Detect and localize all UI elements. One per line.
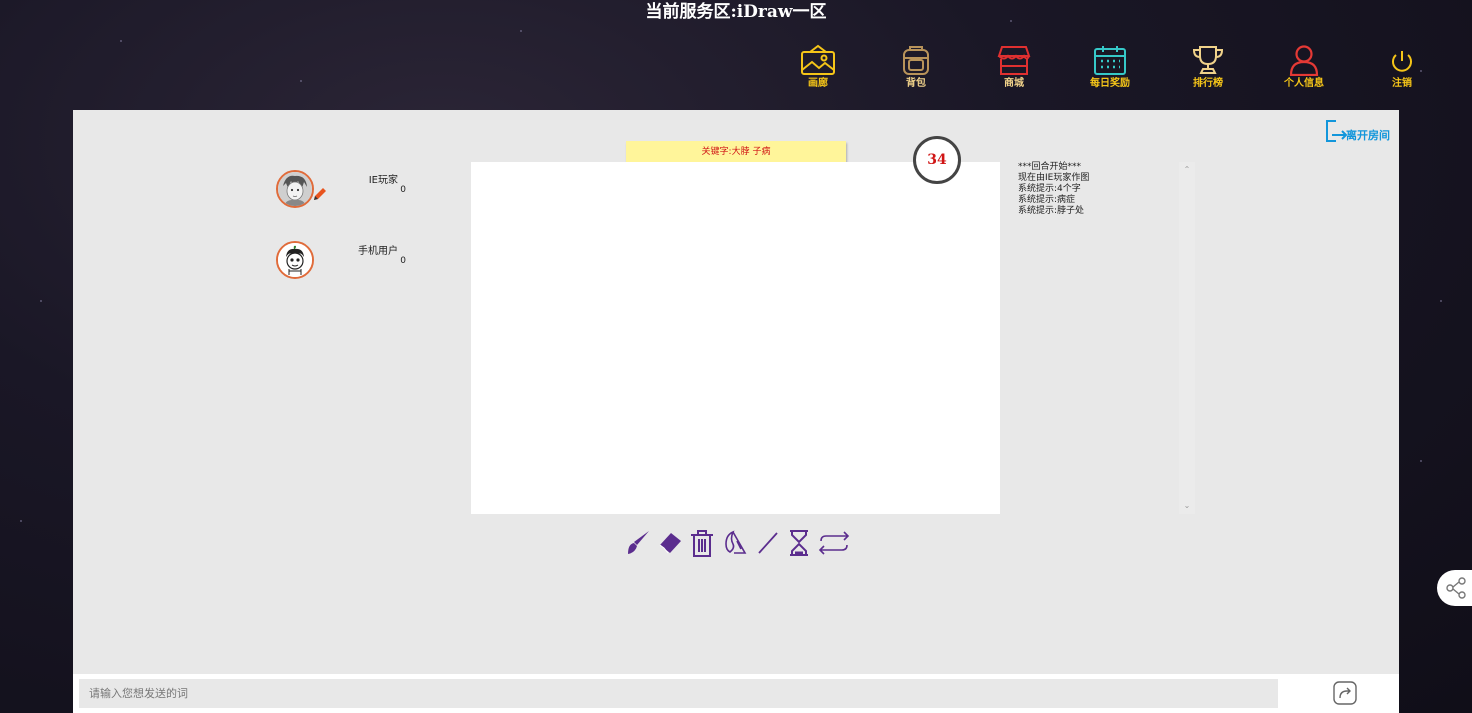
pencil-icon	[314, 188, 326, 200]
fill-icon	[725, 530, 747, 554]
user-icon	[1289, 45, 1319, 76]
player-card: IE玩家 0	[276, 170, 406, 214]
nav-gallery[interactable]: 画廊	[788, 44, 848, 90]
chat-input[interactable]	[79, 679, 1278, 708]
nav-profile[interactable]: 个人信息	[1274, 44, 1334, 90]
log-line: 系统提示:4个字	[1018, 184, 1081, 194]
nav-daily-reward[interactable]: 每日奖励	[1080, 44, 1140, 90]
fill-tool[interactable]	[721, 529, 749, 557]
shop-icon	[997, 46, 1031, 75]
share-button[interactable]	[1437, 570, 1472, 606]
drawing-toolbar	[625, 526, 851, 560]
keyword-hint: 关键字:大脖 子病	[626, 141, 846, 163]
skip-tool[interactable]	[787, 529, 811, 557]
player-name: 手机用户	[358, 246, 398, 257]
power-icon	[1392, 51, 1412, 72]
player-score: 0	[400, 256, 406, 266]
nav-label: 个人信息	[1284, 78, 1324, 89]
game-room-panel: 离开房间 IE玩家 0 手机用户 0 关键字:大脖 子病 34 ***回合开始*…	[73, 110, 1399, 713]
swap-tool[interactable]	[817, 529, 851, 557]
nav-leaderboard[interactable]: 排行榜	[1178, 44, 1238, 90]
chat-bar	[73, 674, 1399, 713]
log-line: 现在由IE玩家作图	[1018, 173, 1090, 183]
line-tool[interactable]	[755, 529, 781, 557]
player-name: IE玩家	[368, 175, 398, 186]
clear-tool[interactable]	[689, 528, 715, 558]
avatar	[276, 241, 314, 279]
avatar	[276, 170, 314, 208]
send-button[interactable]	[1333, 681, 1357, 709]
nav-label: 每日奖励	[1090, 78, 1130, 89]
scroll-down-icon[interactable]: ⌄	[1183, 502, 1191, 510]
nav-backpack[interactable]: 背包	[886, 44, 946, 90]
nav-label: 背包	[906, 78, 926, 89]
brush-tool[interactable]	[625, 529, 651, 557]
nav-logout[interactable]: 注销	[1372, 44, 1432, 90]
drawing-canvas[interactable]	[471, 162, 1000, 514]
nav-label: 商城	[1004, 78, 1024, 89]
leave-room-label: 离开房间	[1346, 129, 1390, 142]
log-line: ***回合开始***	[1018, 162, 1082, 172]
log-line: 系统提示:病症	[1018, 195, 1076, 205]
brush-icon	[628, 531, 649, 554]
calendar-icon	[1094, 46, 1126, 75]
player-score: 0	[400, 185, 406, 195]
log-scrollbar[interactable]: ⌃ ⌄	[1179, 162, 1195, 514]
nav-shop[interactable]: 商城	[984, 44, 1044, 90]
scroll-up-icon[interactable]: ⌃	[1183, 166, 1191, 174]
backpack-icon	[903, 46, 929, 75]
swap-icon	[818, 531, 850, 555]
log-line: 系统提示:脖子处	[1018, 206, 1085, 216]
leave-room-button[interactable]: 离开房间	[1324, 119, 1390, 143]
countdown-timer: 34	[913, 136, 961, 184]
server-title: 当前服务区:iDraw一区	[645, 2, 827, 22]
share-icon	[1446, 577, 1466, 599]
trash-icon	[691, 530, 713, 557]
nav-label: 画廊	[808, 78, 828, 89]
player-card: 手机用户 0	[276, 241, 406, 285]
eraser-icon	[659, 533, 681, 554]
line-icon	[758, 532, 778, 554]
hourglass-icon	[790, 530, 808, 556]
eraser-tool[interactable]	[657, 529, 683, 557]
nav-label: 注销	[1392, 78, 1412, 89]
game-log: ***回合开始*** 现在由IE玩家作图 系统提示:4个字 系统提示:病症 系统…	[1018, 162, 1188, 514]
trophy-icon	[1192, 46, 1224, 74]
nav-label: 排行榜	[1193, 78, 1223, 89]
gallery-icon	[801, 44, 835, 75]
send-icon	[1333, 681, 1357, 705]
